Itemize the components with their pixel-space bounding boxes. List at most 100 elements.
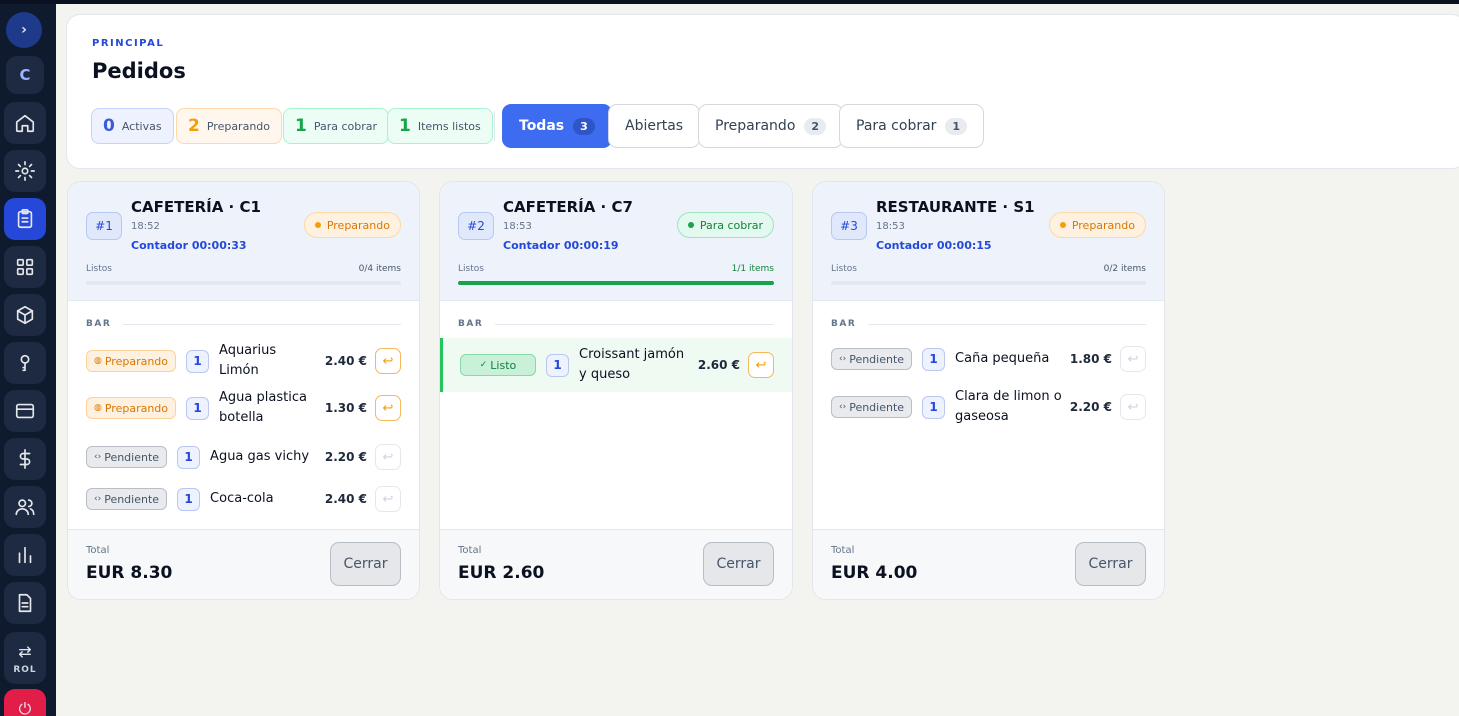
ready-count: 1/1 items: [731, 264, 774, 274]
item-name: Coca-cola: [210, 491, 274, 506]
nav-cash[interactable]: [4, 438, 46, 480]
grid-icon: [16, 258, 34, 276]
return-button[interactable]: ↩: [375, 486, 401, 512]
filter-label: Preparando: [715, 118, 796, 134]
total-value: EUR 8.30: [86, 563, 173, 583]
item-price: 1.30 €: [324, 401, 367, 415]
item-price: 2.60 €: [697, 358, 740, 372]
close-order-button[interactable]: Cerrar: [330, 542, 401, 586]
item-status-button[interactable]: ‹› Pendiente: [831, 348, 913, 370]
order-number: #2: [458, 212, 494, 240]
nav-documents[interactable]: [4, 582, 46, 624]
sidebar: › C ⇄ ROL ⏻: [0, 4, 56, 716]
switch-role-button[interactable]: ⇄ ROL: [4, 632, 46, 684]
filter-para-cobrar[interactable]: Para cobrar 1: [839, 104, 985, 148]
item-name: Clara de limon o gaseosa: [955, 389, 1062, 424]
filter-label: Todas: [519, 118, 565, 134]
order-footer: Total EUR 8.30 Cerrar: [68, 529, 419, 599]
stat-value: 1: [399, 116, 411, 136]
order-counter: Contador 00:00:19: [503, 239, 619, 252]
order-card: #2 CAFETERÍA · C7 18:53 Contador 00:00:1…: [439, 181, 793, 600]
item-status-button[interactable]: ‹› Pendiente: [86, 446, 168, 468]
status-badge: Para cobrar: [676, 212, 774, 238]
logout-button[interactable]: ⏻: [4, 689, 46, 716]
order-number: #3: [831, 212, 867, 240]
item-qty: 1: [186, 396, 210, 420]
swap-icon: ⇄: [18, 641, 32, 661]
section-label: BAR: [831, 319, 1146, 329]
return-button[interactable]: ↩: [375, 348, 401, 374]
item-status-label: Listo: [490, 358, 517, 372]
close-order-button[interactable]: Cerrar: [1075, 542, 1146, 586]
stat-label: Activas: [121, 119, 162, 133]
item-name: Caña pequeña: [955, 351, 1050, 366]
preparing-icon: ◍: [94, 403, 102, 413]
order-title: RESTAURANTE · S1: [876, 198, 1035, 216]
item-name: Aquarius Limón: [219, 343, 277, 378]
divider: [494, 111, 495, 141]
item-status-button[interactable]: ✓ Listo: [460, 354, 536, 376]
ready-progress: [831, 281, 1146, 285]
item-status-button[interactable]: ◍ Preparando: [86, 397, 177, 419]
page-header: PRINCIPAL Pedidos 0 Activas 2 Preparando 1…: [66, 14, 1459, 169]
orders-icon: [17, 209, 33, 229]
nav-staff[interactable]: [4, 486, 46, 528]
nav-access[interactable]: [4, 342, 46, 384]
top-edge: [0, 0, 1459, 4]
item-status-button[interactable]: ‹› Pendiente: [86, 488, 168, 510]
ready-label: Listos: [458, 264, 484, 274]
stat-activas: 0 Activas: [91, 108, 174, 144]
filter-label: Abiertas: [625, 118, 684, 134]
stat-value: 0: [103, 116, 115, 136]
return-button[interactable]: ↩: [748, 352, 774, 378]
expand-sidebar-button[interactable]: ›: [6, 12, 42, 48]
nav-payments[interactable]: [4, 390, 46, 432]
stat-items-listos: 1 Items listos: [387, 108, 493, 144]
nav-reports[interactable]: [4, 534, 46, 576]
stat-para-cobrar: 1 Para cobrar: [283, 108, 390, 144]
return-button[interactable]: ↩: [1120, 394, 1146, 420]
section-label: BAR: [86, 319, 401, 329]
settings-icon: [15, 161, 35, 181]
preparing-icon: ◍: [94, 356, 102, 366]
return-button[interactable]: ↩: [375, 395, 401, 421]
page-title: Pedidos: [92, 59, 186, 83]
filter-todas[interactable]: Todas 3: [502, 104, 612, 148]
total-value: EUR 2.60: [458, 563, 545, 583]
order-footer: Total EUR 4.00 Cerrar: [813, 529, 1164, 599]
order-counter: Contador 00:00:33: [131, 239, 247, 252]
filter-label: Para cobrar: [856, 118, 937, 134]
nav-orders[interactable]: [4, 198, 46, 240]
item-status-button[interactable]: ‹› Pendiente: [831, 396, 913, 418]
order-card: #1 CAFETERÍA · C1 18:52 Contador 00:00:3…: [67, 181, 420, 600]
order-header: #1 CAFETERÍA · C1 18:52 Contador 00:00:3…: [68, 182, 419, 301]
list-item: ◍ Preparando 1 Aquarius Limón 2.40 € ↩: [68, 343, 419, 378]
section-label: BAR: [458, 319, 774, 329]
nav-home[interactable]: [4, 102, 46, 144]
return-button[interactable]: ↩: [1120, 346, 1146, 372]
list-item: ‹› Pendiente 1 Coca-cola 2.40 € ↩: [68, 484, 419, 514]
order-time: 18:52: [131, 221, 160, 232]
status-label: Preparando: [326, 218, 390, 232]
stat-label: Preparando: [206, 119, 271, 133]
status-dot-icon: [1059, 222, 1066, 228]
filter-count: 1: [945, 117, 968, 135]
stat-label: Items listos: [417, 119, 481, 133]
item-price: 2.40 €: [324, 354, 367, 368]
brand-logo[interactable]: C: [6, 56, 44, 94]
order-header: #2 CAFETERÍA · C7 18:53 Contador 00:00:1…: [440, 182, 792, 301]
pending-icon: ‹›: [94, 452, 102, 462]
close-order-button[interactable]: Cerrar: [703, 542, 774, 586]
filter-preparando[interactable]: Preparando 2: [698, 104, 844, 148]
return-button[interactable]: ↩: [375, 444, 401, 470]
item-status-label: Pendiente: [849, 400, 905, 414]
filter-abiertas[interactable]: Abiertas: [608, 104, 701, 148]
nav-tables[interactable]: [4, 246, 46, 288]
ready-label: Listos: [831, 264, 857, 274]
item-status-button[interactable]: ◍ Preparando: [86, 350, 177, 372]
nav-products[interactable]: [4, 294, 46, 336]
return-icon: ↩: [1127, 399, 1139, 415]
nav-settings[interactable]: [4, 150, 46, 192]
breadcrumb: PRINCIPAL: [92, 38, 165, 49]
item-qty: 1: [922, 395, 946, 419]
